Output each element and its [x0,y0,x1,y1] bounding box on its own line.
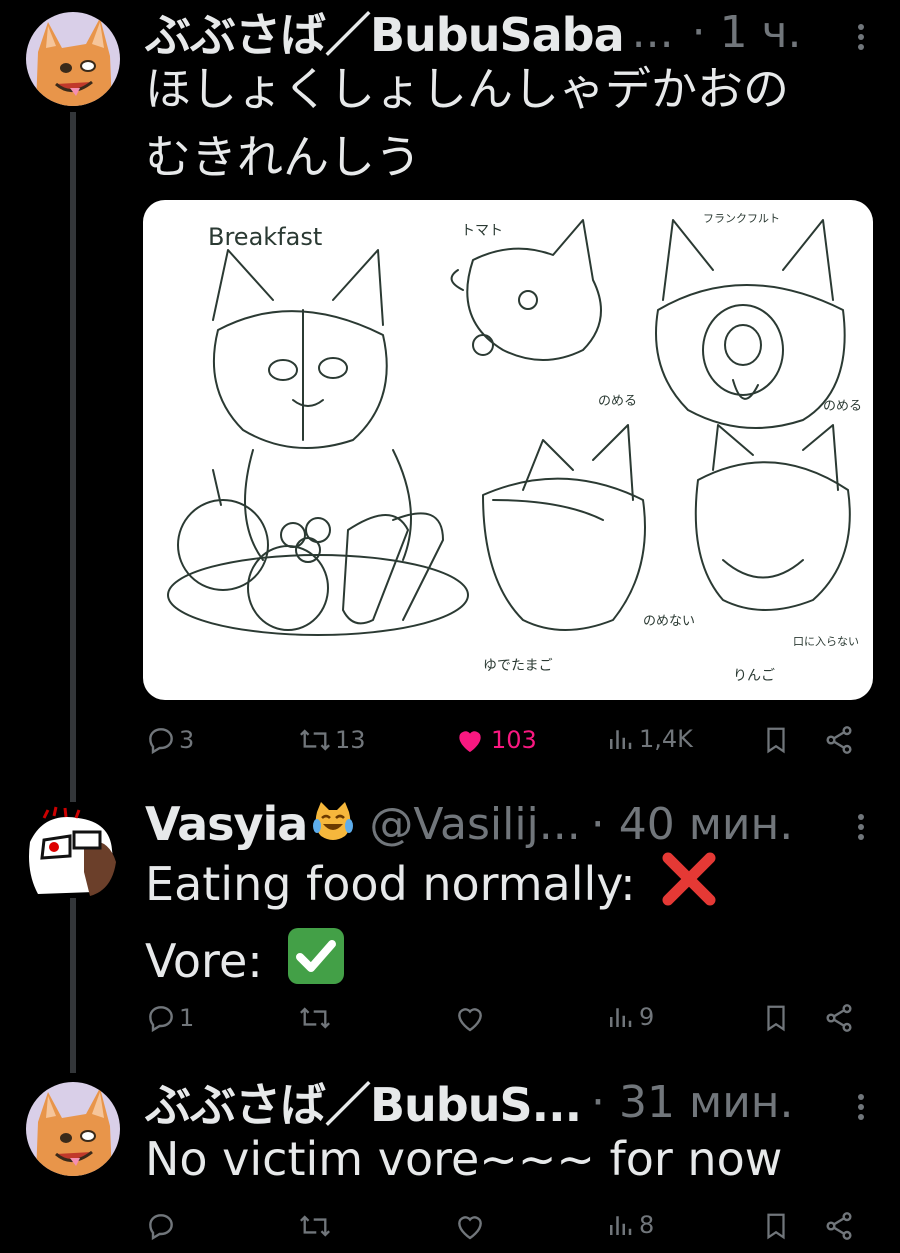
tweet-text-line: ほしょくしょしんしゃデかおの [145,62,789,116]
tweet-text-line: No victim vore~~~ for now [145,1132,783,1186]
media-label: 口に入らない [793,635,859,648]
check-mark-icon [285,925,347,1004]
retweet-button[interactable] [297,1002,333,1034]
tweet-1[interactable]: ぶぶさば／BubuSaba ... · 1 ч. ほしょくしょしんしゃデかおの … [0,0,900,790]
more-options-icon[interactable] [858,1090,868,1124]
views-button[interactable]: 8 [605,1210,654,1240]
media-label: フランクフルト [703,212,780,225]
retweet-button[interactable]: 13 [297,724,366,756]
views-count: 9 [639,1003,655,1031]
reply-button[interactable] [145,1210,177,1242]
like-button[interactable] [453,1210,487,1242]
bookmark-button[interactable] [761,1002,791,1034]
action-bar: 1 9 [145,1002,865,1042]
action-bar: 3 13 103 1,4K [145,724,865,764]
retweet-icon [300,1215,330,1237]
display-name[interactable]: Vasyia [145,797,308,851]
media-label: のめる [598,394,637,409]
media-label: トマト [461,223,503,239]
heart-filled-icon [459,731,481,752]
reply-icon [149,1006,173,1033]
avatar[interactable] [26,12,120,106]
avatar[interactable] [26,1082,120,1176]
views-button[interactable]: 9 [605,1002,654,1032]
tweet-text: ほしょくしょしんしゃデかおの むきれんしう [145,58,870,188]
reply-count: 3 [179,726,195,754]
views-icon [610,730,632,749]
cat-tears-of-joy-icon [311,800,355,848]
media-label: のめない [643,614,695,629]
bookmark-button[interactable] [761,1210,791,1242]
like-button[interactable] [453,1002,487,1034]
user-handle[interactable]: @Vasilij... [369,799,580,850]
bookmark-button[interactable] [761,724,791,756]
media-label: のめる [823,399,862,414]
avatar[interactable] [24,802,120,898]
views-icon [610,1216,632,1235]
heart-icon [458,1216,482,1240]
cross-mark-icon [660,850,718,925]
name-truncation: ... [631,6,674,58]
media-label: ゆでたまご [483,658,553,674]
more-options-icon[interactable] [858,20,868,54]
reply-button[interactable]: 3 [145,724,194,756]
more-options-icon[interactable] [858,810,868,844]
retweet-icon [300,1007,330,1029]
timestamp[interactable]: · 31 мин. [591,1077,794,1128]
retweet-count: 13 [335,726,366,754]
reply-button[interactable]: 1 [145,1002,194,1034]
like-count: 103 [491,726,537,754]
views-button[interactable]: 1,4K [605,724,693,754]
display-name[interactable]: ぶぶさば／BubuSaba [145,0,625,65]
views-icon [610,1008,632,1027]
like-button[interactable]: 103 [453,724,537,756]
bookmark-icon [767,727,785,754]
retweet-button[interactable] [297,1210,333,1242]
display-name[interactable]: ぶぶさば／BubuS... [145,1069,582,1135]
reply-count: 1 [179,1004,195,1032]
share-icon [826,1004,852,1032]
tweet-header: Vasyia @Vasilij... · 40 мин. [145,794,870,854]
tweet-image[interactable]: Breakfast トマト フランクフルト のめる のめる のめない ゆでたまご… [143,200,873,700]
views-count: 1,4K [639,725,693,753]
views-count: 8 [639,1211,655,1239]
tweet-text: Eating food normally: Vore: [145,850,870,1004]
tweet-text-line: Vore: [145,925,870,1004]
action-bar: 8 [145,1210,865,1250]
share-button[interactable] [823,1210,855,1242]
tweet-text-line-2: Vore: [145,934,263,988]
tweet-header: ぶぶさば／BubuS... · 31 мин. [145,1069,870,1135]
share-button[interactable] [823,1002,855,1034]
reply-icon [149,728,173,755]
tweet-text-line: むきれんしう [145,130,421,184]
tweet-text: No victim vore~~~ for now [145,1128,870,1190]
tweet-2[interactable]: Vasyia @Vasilij... · 40 мин. Eating food… [0,790,900,1070]
retweet-icon [300,729,330,751]
share-icon [826,726,852,754]
bookmark-icon [767,1005,785,1032]
tweet-text-line-1: Eating food normally: [145,857,636,911]
share-button[interactable] [823,724,855,756]
tweet-header: ぶぶさば／BubuSaba ... · 1 ч. [145,0,870,65]
reply-icon [149,1214,173,1241]
tweet-text-line: Eating food normally: [145,850,870,925]
media-label: りんご [733,668,775,684]
timestamp[interactable]: · 40 мин. [591,799,794,850]
heart-icon [458,1008,482,1032]
media-label: Breakfast [208,223,322,251]
bookmark-icon [767,1213,785,1240]
timestamp[interactable]: · 1 ч. [692,7,802,58]
tweet-3[interactable]: ぶぶさば／BubuS... · 31 мин. No victim vore~~… [0,1070,900,1253]
share-icon [826,1212,852,1240]
